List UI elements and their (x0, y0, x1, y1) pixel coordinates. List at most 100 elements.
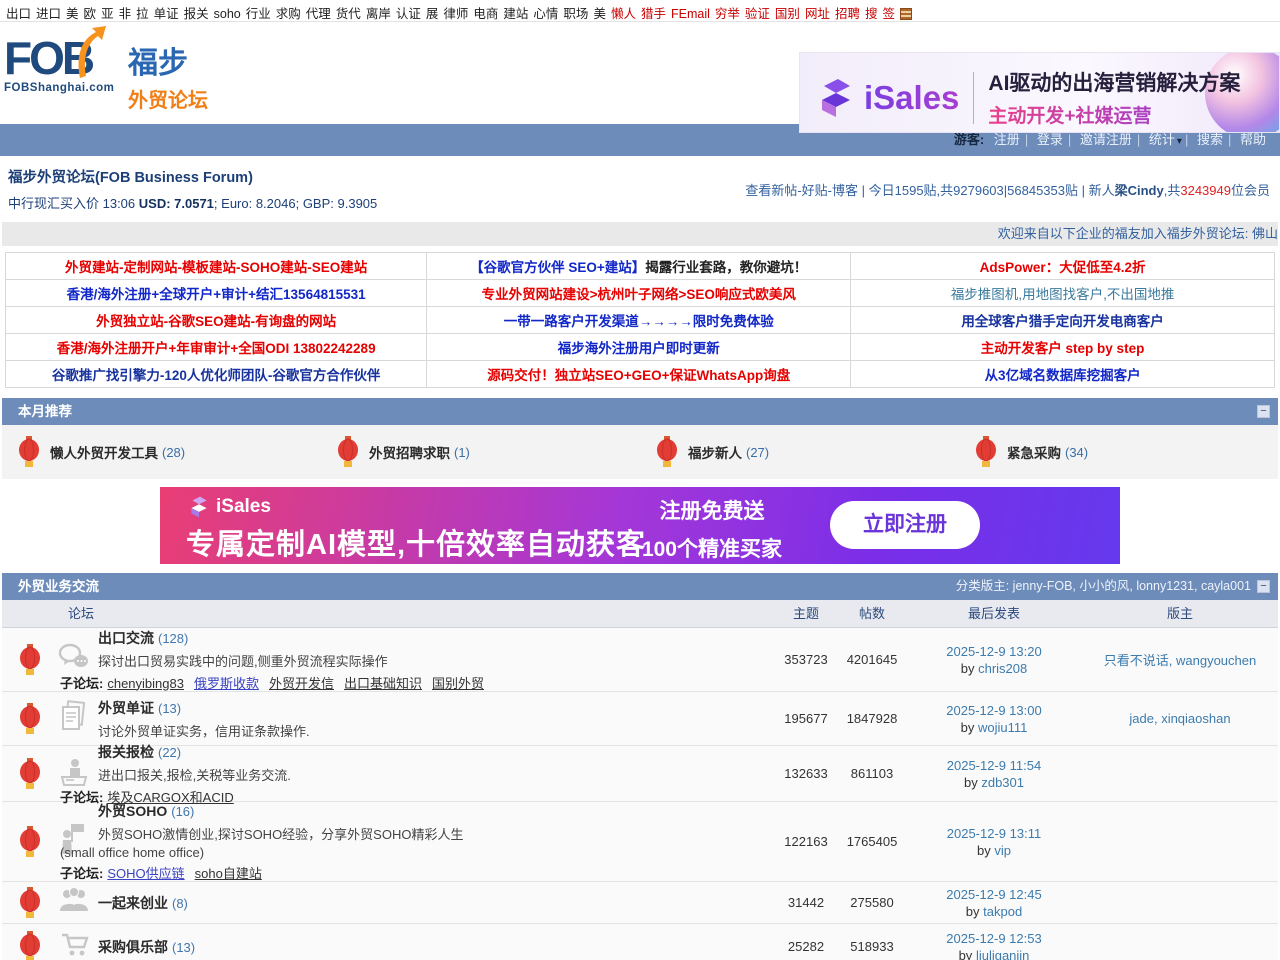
ad-link[interactable]: 源码交付！独立站SEO+GEO+保证WhatsApp询盘 (487, 368, 790, 383)
nav-link[interactable]: 欧 (84, 7, 97, 21)
ad-link[interactable]: 外贸独立站-谷歌SEO建站-有询盘的网站 (96, 314, 336, 329)
stats-link[interactable]: 统计 (1149, 132, 1175, 147)
isales-top-ad-banner[interactable]: iSales AI驱动的出海营销解决方案 主动开发+社媒运营 (799, 52, 1280, 133)
last-post-link[interactable]: 2025-12-9 13:20 (946, 644, 1041, 659)
nav-link[interactable]: 建站 (503, 7, 528, 21)
chevron-down-icon[interactable]: ▾ (1177, 136, 1182, 147)
nav-link[interactable]: 律师 (443, 7, 468, 21)
register-link[interactable]: 注册 (994, 132, 1020, 147)
nav-link[interactable]: 单证 (154, 7, 179, 21)
forum-link[interactable]: 一起来创业 (98, 895, 168, 911)
last-poster-link[interactable]: vip (994, 843, 1011, 858)
subforum-link[interactable]: 出口基础知识 (344, 676, 422, 691)
forum-link[interactable]: 采购俱乐部 (98, 939, 168, 955)
nav-link[interactable]: 电商 (473, 7, 498, 21)
ad-link[interactable]: 外贸建站-定制网站-模板建站-SOHO建站-SEO建站 (65, 260, 367, 275)
nav-link-hot[interactable]: 验证 (745, 7, 770, 21)
nav-link[interactable]: 代理 (306, 7, 331, 21)
nav-link-hot[interactable]: FEmail (671, 7, 710, 21)
ad-link[interactable]: 【谷歌官方伙伴 SEO+建站】揭露行业套路，教你避坑！ (470, 260, 807, 275)
nav-link[interactable]: 离岸 (366, 7, 391, 21)
recommend-item[interactable]: 紧急采购 (34) (959, 436, 1278, 468)
nav-link-hot[interactable]: 搜 (865, 7, 878, 21)
nav-link[interactable]: 认证 (396, 7, 421, 21)
forum-link[interactable]: 出口交流 (98, 630, 154, 646)
nav-link[interactable]: 报关 (184, 7, 209, 21)
last-poster-link[interactable]: takpod (983, 904, 1022, 919)
moderators[interactable]: 只看不说话, wangyouchen (1082, 650, 1278, 669)
subforum-link[interactable]: 外贸开发信 (269, 676, 334, 691)
ad-link[interactable]: 香港/海外注册开户+年审审计+全国ODI 13802242289 (57, 341, 376, 356)
nav-link[interactable]: 求购 (276, 7, 301, 21)
ad-link[interactable]: 从3亿域名数据库挖掘客户 (985, 368, 1141, 383)
nav-link[interactable]: soho (214, 7, 241, 21)
subforum-link[interactable]: 俄罗斯收款 (194, 676, 259, 691)
ad-link[interactable]: 谷歌推广找引擎力-120人优化师团队-谷歌官方合作伙伴 (52, 368, 381, 383)
nav-link[interactable]: 美 (66, 7, 79, 21)
search-link[interactable]: 搜索 (1197, 132, 1223, 147)
nav-link-hot[interactable]: 猎手 (641, 7, 666, 21)
isales-brand-text: iSales (864, 79, 959, 117)
recommend-item[interactable]: 外贸招聘求职 (1) (321, 436, 640, 468)
category-moderators[interactable]: 分类版主: jenny-FOB, 小小的风, lonny1231, cayla0… (956, 573, 1251, 600)
last-post-link[interactable]: 2025-12-9 12:53 (946, 931, 1041, 946)
last-post-link[interactable]: 2025-12-9 13:00 (946, 703, 1041, 718)
nav-link-hot[interactable]: 网址 (805, 7, 830, 21)
forum-link[interactable]: 外贸SOHO (98, 803, 167, 819)
collapse-icon[interactable]: − (1257, 580, 1270, 593)
last-poster-link[interactable]: chris208 (978, 661, 1027, 676)
nav-link[interactable]: 出口 (6, 7, 31, 21)
nav-link-hot[interactable]: 懒人 (611, 7, 636, 21)
collapse-icon[interactable]: − (1257, 405, 1270, 418)
moderators[interactable]: jade, xinqiaoshan (1082, 711, 1278, 726)
last-poster-link[interactable]: liuliganjin (976, 948, 1029, 960)
last-post-link[interactable]: 2025-12-9 13:11 (947, 826, 1041, 841)
last-post-link[interactable]: 2025-12-9 11:54 (947, 758, 1041, 773)
login-link[interactable]: 登录 (1037, 132, 1063, 147)
ad-link[interactable]: 香港/海外注册+全球开户+审计+结汇13564815531 (67, 287, 366, 302)
nav-link[interactable]: 非 (119, 7, 132, 21)
sign-icon[interactable] (900, 8, 912, 20)
register-now-button[interactable]: 立即注册 (830, 501, 980, 549)
nav-link[interactable]: 展 (426, 7, 439, 21)
newest-member-link[interactable]: 梁Cindy (1115, 183, 1164, 198)
nav-link[interactable]: 心情 (533, 7, 558, 21)
nav-link-hot[interactable]: 穷举 (715, 7, 740, 21)
ad-link[interactable]: AdsPower：大促低至4.2折 (980, 260, 1146, 275)
exchange-rates: 中行现汇买入价 13:06 USD: 7.0571; Euro: 8.2046;… (8, 193, 377, 212)
nav-link[interactable]: 职场 (563, 7, 588, 21)
ad-link[interactable]: 福步推图机,用地图找客户,不出国地推 (951, 287, 1175, 302)
nav-link[interactable]: 货代 (336, 7, 361, 21)
nav-link-hot[interactable]: 招聘 (835, 7, 860, 21)
nav-link[interactable]: 亚 (101, 7, 114, 21)
nav-link[interactable]: 进口 (36, 7, 61, 21)
recommend-item[interactable]: 懒人外贸开发工具 (28) (2, 436, 321, 468)
subforum-link[interactable]: SOHO供应链 (107, 866, 184, 881)
nav-link[interactable]: 行业 (246, 7, 271, 21)
ad-link[interactable]: 福步海外注册用户即时更新 (558, 341, 720, 356)
nav-link-hot[interactable]: 签 (882, 7, 895, 21)
ad-link[interactable]: 用全球客户猎手定向开发电商客户 (961, 314, 1164, 329)
customs-desk-icon (58, 755, 88, 787)
isales-mid-banner[interactable]: iSales 专属定制AI模型,十倍效率自动获客 注册免费送 100个精准买家 … (160, 487, 1120, 564)
subforum-link[interactable]: soho自建站 (195, 866, 262, 881)
last-poster-link[interactable]: wojiu111 (978, 720, 1027, 735)
forum-link[interactable]: 报关报检 (98, 744, 154, 760)
subforum-link[interactable]: chenyibing83 (107, 676, 184, 691)
nav-link-hot[interactable]: 国别 (775, 7, 800, 21)
subforum-link[interactable]: 国别外贸 (432, 676, 484, 691)
recommend-item[interactable]: 福步新人 (27) (640, 436, 959, 468)
forum-link[interactable]: 外贸单证 (98, 700, 154, 716)
last-poster-link[interactable]: zdb301 (981, 775, 1024, 790)
new-posts-links[interactable]: 查看新帖-好贴-博客 (745, 183, 858, 198)
ad-link[interactable]: 专业外贸网站建设>杭州叶子网络>SEO响应式欧美风 (482, 287, 796, 302)
nav-link[interactable]: 美 (593, 7, 606, 21)
nav-link[interactable]: 拉 (136, 7, 149, 21)
ad-link[interactable]: 主动开发客户 step by step (981, 341, 1145, 356)
last-post-link[interactable]: 2025-12-9 12:45 (946, 887, 1041, 902)
ad-link[interactable]: 一带一路客户开发渠道→→→→限时免费体验 (504, 314, 774, 329)
invite-register-link[interactable]: 邀请注册 (1080, 132, 1132, 147)
help-link[interactable]: 帮助 (1240, 132, 1266, 147)
banner-promo: 注册免费送 100个精准买家 (642, 495, 782, 563)
fob-logo[interactable]: FOB FOBShanghai.com (4, 34, 129, 94)
